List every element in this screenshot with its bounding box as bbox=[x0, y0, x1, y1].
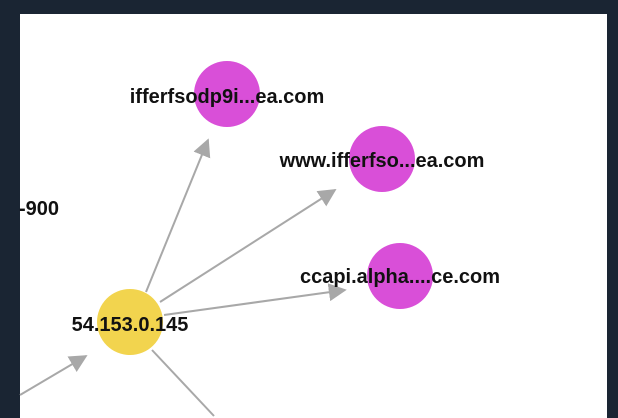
edge-offscreen-left-to-ip[interactable] bbox=[19, 355, 88, 396]
partial-node-label: -900 bbox=[19, 198, 59, 220]
node-domain-2[interactable]: www.ifferfso...ea.com bbox=[279, 126, 485, 192]
edges bbox=[19, 138, 347, 417]
domain-node-label: www.ifferfso...ea.com bbox=[279, 150, 485, 172]
domain-node-label: ifferfsodp9i...ea.com bbox=[130, 86, 325, 108]
ip-node-label: 54.153.0.145 bbox=[72, 314, 189, 336]
node-domain-1[interactable]: ifferfsodp9i...ea.com bbox=[130, 61, 325, 127]
edge-ip-to-d3[interactable] bbox=[163, 283, 347, 316]
edge-ip-to-d1[interactable] bbox=[145, 138, 211, 293]
graph-svg[interactable]: 54.153.0.145 ifferfsodp9i...ea.com www.i… bbox=[0, 0, 618, 418]
node-ip[interactable]: 54.153.0.145 bbox=[72, 289, 189, 355]
domain-node-label: ccapi.alpha....ce.com bbox=[300, 266, 500, 288]
node-domain-3[interactable]: ccapi.alpha....ce.com bbox=[300, 243, 500, 309]
edge-ip-to-offscreen-bottom[interactable] bbox=[151, 349, 215, 417]
